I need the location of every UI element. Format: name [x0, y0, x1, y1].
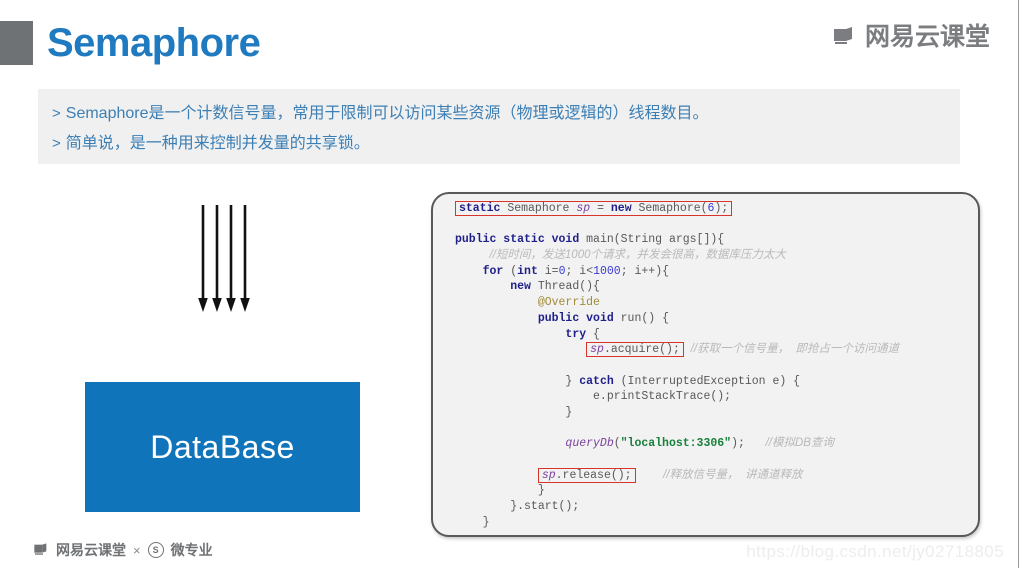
code-line: static Semaphore sp = new Semaphore(6);	[455, 201, 978, 217]
code-line: sp.release(); //释放信号量， 讲通道释放	[455, 467, 978, 484]
code-line: for (int i=0; i<1000; i++){	[482, 264, 670, 278]
bullet-text: 简单说，是一种用来控制并发量的共享锁。	[65, 135, 370, 152]
database-box: DataBase	[85, 382, 360, 512]
database-label: DataBase	[150, 429, 295, 465]
code-line: } catch (InterruptedException e) {	[565, 374, 801, 388]
s-badge-icon: S	[147, 542, 164, 558]
title-accent-bar	[0, 21, 33, 65]
code-line: queryDb("localhost:3306"); //模拟DB查询	[565, 437, 834, 451]
bullet-item-1: > Semaphore是一个计数信号量，常用于限制可以访问某些资源（物理或逻辑的…	[52, 99, 960, 129]
code-line: }.start();	[510, 500, 580, 514]
watermark-url: https://blog.csdn.net/jy02718805	[746, 542, 1004, 561]
book-logo-icon	[832, 25, 856, 49]
footer-brand: 网易云课堂 × S 微专业	[33, 542, 213, 558]
brand-logo-text: 网易云课堂	[864, 23, 990, 51]
footer-brand-text: 网易云课堂	[56, 542, 126, 558]
footer-sub-brand: 微专业	[170, 542, 213, 558]
code-line: //短时间，发送1000个请求，并发会很高，数据库压力太大	[489, 249, 786, 262]
bullet-text: Semaphore是一个计数信号量，常用于限制可以访问某些资源（物理或逻辑的）线…	[65, 105, 709, 122]
page-title: Semaphore	[47, 21, 261, 65]
code-line: }	[482, 515, 490, 529]
request-arrows-group	[198, 205, 258, 315]
code-line: new Thread(){	[510, 280, 600, 294]
footer-separator: ×	[133, 542, 141, 558]
bullet-item-2: > 简单说，是一种用来控制并发量的共享锁。	[52, 129, 960, 159]
bullet-marker: >	[52, 105, 61, 122]
code-line: try {	[565, 327, 600, 341]
code-line: @Override	[537, 296, 600, 310]
bullet-marker: >	[52, 135, 61, 152]
code-line: sp.acquire(); //获取一个信号量， 即抢占一个访问通道	[455, 342, 978, 358]
code-line: }	[537, 484, 545, 498]
bullet-panel: > Semaphore是一个计数信号量，常用于限制可以访问某些资源（物理或逻辑的…	[38, 89, 960, 164]
brand-logo: 网易云课堂	[832, 24, 990, 50]
slide-root: Semaphore 网易云课堂 > Semaphore是一个计数信号量，常用于限…	[0, 0, 1019, 568]
code-line: }	[565, 405, 573, 419]
code-line: public void run() {	[537, 311, 669, 325]
code-line: public static void main(String args[]){	[455, 233, 725, 247]
code-snippet-card: static Semaphore sp = new Semaphore(6); …	[431, 192, 980, 537]
code-body: static Semaphore sp = new Semaphore(6); …	[433, 194, 978, 535]
code-line: e.printStackTrace();	[593, 390, 732, 404]
book-logo-icon	[33, 542, 49, 558]
